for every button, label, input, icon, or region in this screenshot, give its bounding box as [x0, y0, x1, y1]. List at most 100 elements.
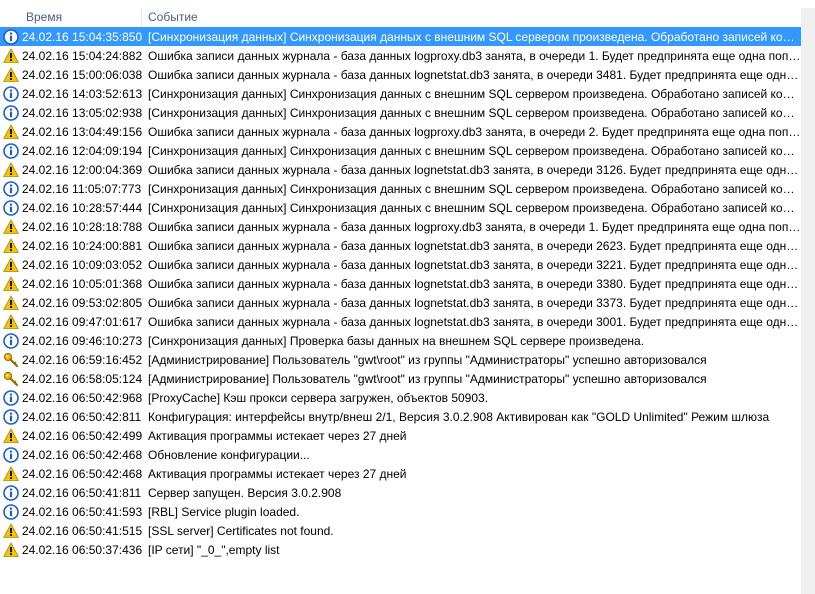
row-time: 24.02.16 06:50:42:811 — [22, 409, 142, 424]
row-time: 24.02.16 10:28:18:788 — [22, 219, 142, 234]
row-time: 24.02.16 06:50:42:468 — [22, 466, 142, 481]
table-row[interactable]: 24.02.16 06:50:41:811 Сервер запущен. Вер… — [0, 483, 801, 502]
table-row[interactable]: 24.02.16 10:24:00:881 Ошибка записи данны… — [0, 236, 801, 255]
table-row[interactable]: 24.02.16 09:46:10:273 [Синхронизация данн… — [0, 331, 801, 350]
row-time: 24.02.16 06:50:41:593 — [22, 504, 142, 519]
row-event: [Администрирование] Пользователь "gwt\ro… — [148, 371, 707, 386]
warning-icon — [0, 293, 22, 312]
row-event: Сервер запущен. Версия 3.0.2.908 — [148, 485, 342, 500]
row-event: [RBL] Service plugin loaded. — [148, 504, 300, 519]
table-row[interactable]: 24.02.16 15:04:24:882 Ошибка записи данны… — [0, 46, 801, 65]
table-row[interactable]: 24.02.16 11:05:07:773 [Синхронизация данн… — [0, 179, 801, 198]
row-event: [Синхронизация данных] Синхронизация дан… — [148, 200, 801, 215]
row-time: 24.02.16 06:58:05:124 — [22, 371, 142, 386]
row-event: Конфигурация: интерфейсы внутр/внеш 2/1,… — [148, 409, 770, 424]
table-row[interactable]: 24.02.16 06:58:05:124 [Администрирование]… — [0, 369, 801, 388]
info-icon — [0, 388, 22, 407]
table-row[interactable]: 24.02.16 06:50:42:468 Обновление конфигур… — [0, 445, 801, 464]
row-time: 24.02.16 06:50:42:468 — [22, 447, 142, 462]
table-row[interactable]: 24.02.16 10:05:01:368 Ошибка записи данны… — [0, 274, 801, 293]
row-event: [Администрирование] Пользователь "gwt\ro… — [148, 352, 707, 367]
column-header: Время Событие — [0, 8, 801, 28]
table-row[interactable]: 24.02.16 13:05:02:938 [Синхронизация данн… — [0, 103, 801, 122]
row-time: 24.02.16 14:03:52:613 — [22, 86, 142, 101]
row-event: Активация программы истекает через 27 дн… — [148, 428, 407, 443]
row-time: 24.02.16 12:00:04:369 — [22, 162, 142, 177]
row-time: 24.02.16 09:47:01:617 — [22, 314, 142, 329]
warning-icon — [0, 521, 22, 540]
table-row[interactable]: 24.02.16 06:50:41:515 [SSL server] Certif… — [0, 521, 801, 540]
row-event: Ошибка записи данных журнала - база данн… — [148, 67, 801, 82]
table-row[interactable]: 24.02.16 10:28:18:788 Ошибка записи данны… — [0, 217, 801, 236]
row-time: 24.02.16 12:04:09:194 — [22, 143, 142, 158]
row-event: Ошибка записи данных журнала - база данн… — [148, 295, 801, 310]
info-icon — [0, 103, 22, 122]
row-time: 24.02.16 10:28:57:444 — [22, 200, 142, 215]
table-row[interactable]: 24.02.16 06:50:42:468 Активация программы… — [0, 464, 801, 483]
info-icon — [0, 502, 22, 521]
row-time: 24.02.16 09:53:02:805 — [22, 295, 142, 310]
row-time: 24.02.16 06:50:41:515 — [22, 523, 142, 538]
warning-icon — [0, 426, 22, 445]
table-row[interactable]: 24.02.16 06:50:41:593 [RBL] Service plugi… — [0, 502, 801, 521]
table-row[interactable]: 24.02.16 13:04:49:156 Ошибка записи данны… — [0, 122, 801, 141]
row-event: [ProxyCache] Кэш прокси сервера загружен… — [148, 390, 489, 405]
row-event: [Синхронизация данных] Синхронизация дан… — [148, 29, 801, 44]
info-icon — [0, 483, 22, 502]
table-row[interactable]: 24.02.16 15:04:35:850 [Синхронизация данн… — [0, 27, 801, 46]
warning-icon — [0, 46, 22, 65]
key-icon — [0, 350, 22, 369]
table-row[interactable]: 24.02.16 12:00:04:369 Ошибка записи данны… — [0, 160, 801, 179]
table-row[interactable]: 24.02.16 14:03:52:613 [Синхронизация данн… — [0, 84, 801, 103]
row-time: 24.02.16 06:50:42:968 — [22, 390, 142, 405]
row-event: Ошибка записи данных журнала - база данн… — [148, 257, 801, 272]
row-event: [Синхронизация данных] Синхронизация дан… — [148, 86, 801, 101]
info-icon — [0, 198, 22, 217]
warning-icon — [0, 217, 22, 236]
column-header-time[interactable]: Время — [0, 8, 142, 27]
table-row[interactable]: 24.02.16 09:53:02:805 Ошибка записи данны… — [0, 293, 801, 312]
info-icon — [0, 84, 22, 103]
event-log-list[interactable]: Время Событие 24.02.16 15:04:35:850 [Синх… — [0, 0, 815, 594]
row-event: Ошибка записи данных журнала - база данн… — [148, 219, 801, 234]
table-row[interactable]: 24.02.16 06:50:37:436 [IP сети] "_0_",emp… — [0, 540, 801, 559]
row-time: 24.02.16 13:05:02:938 — [22, 105, 142, 120]
row-event: Ошибка записи данных журнала - база данн… — [148, 276, 801, 291]
warning-icon — [0, 236, 22, 255]
column-header-event[interactable]: Событие — [142, 8, 801, 27]
table-row[interactable]: 24.02.16 06:50:42:968 [ProxyCache] Кэш пр… — [0, 388, 801, 407]
row-time: 24.02.16 06:50:41:811 — [22, 485, 142, 500]
table-row[interactable]: 24.02.16 09:47:01:617 Ошибка записи данны… — [0, 312, 801, 331]
row-event: Ошибка записи данных журнала - база данн… — [148, 48, 801, 63]
row-time: 24.02.16 06:59:16:452 — [22, 352, 142, 367]
row-time: 24.02.16 15:04:35:850 — [22, 29, 142, 44]
row-time: 24.02.16 10:24:00:881 — [22, 238, 142, 253]
warning-icon — [0, 464, 22, 483]
table-row[interactable]: 24.02.16 06:50:42:499 Активация программы… — [0, 426, 801, 445]
warning-icon — [0, 160, 22, 179]
row-time: 24.02.16 11:05:07:773 — [22, 181, 142, 196]
row-event: Ошибка записи данных журнала - база данн… — [148, 124, 801, 139]
row-event: Ошибка записи данных журнала - база данн… — [148, 238, 801, 253]
warning-icon — [0, 312, 22, 331]
row-event: Ошибка записи данных журнала - база данн… — [148, 162, 801, 177]
table-row[interactable]: 24.02.16 10:28:57:444 [Синхронизация данн… — [0, 198, 801, 217]
table-row[interactable]: 24.02.16 15:00:06:038 Ошибка записи данны… — [0, 65, 801, 84]
row-event: Ошибка записи данных журнала - база данн… — [148, 314, 801, 329]
table-row[interactable]: 24.02.16 10:09:03:052 Ошибка записи данны… — [0, 255, 801, 274]
vertical-scrollbar[interactable] — [801, 8, 815, 594]
row-time: 24.02.16 10:05:01:368 — [22, 276, 142, 291]
info-icon — [0, 179, 22, 198]
row-event: [Синхронизация данных] Синхронизация дан… — [148, 105, 801, 120]
warning-icon — [0, 122, 22, 141]
row-time: 24.02.16 09:46:10:273 — [22, 333, 142, 348]
key-icon — [0, 369, 22, 388]
row-event: [IP сети] "_0_",empty list — [148, 542, 280, 557]
row-event: [Синхронизация данных] Синхронизация дан… — [148, 143, 801, 158]
warning-icon — [0, 65, 22, 84]
table-row[interactable]: 24.02.16 12:04:09:194 [Синхронизация данн… — [0, 141, 801, 160]
row-time: 24.02.16 06:50:42:499 — [22, 428, 142, 443]
table-row[interactable]: 24.02.16 06:59:16:452 [Администрирование]… — [0, 350, 801, 369]
info-icon — [0, 141, 22, 160]
table-row[interactable]: 24.02.16 06:50:42:811 Конфигурация: интер… — [0, 407, 801, 426]
